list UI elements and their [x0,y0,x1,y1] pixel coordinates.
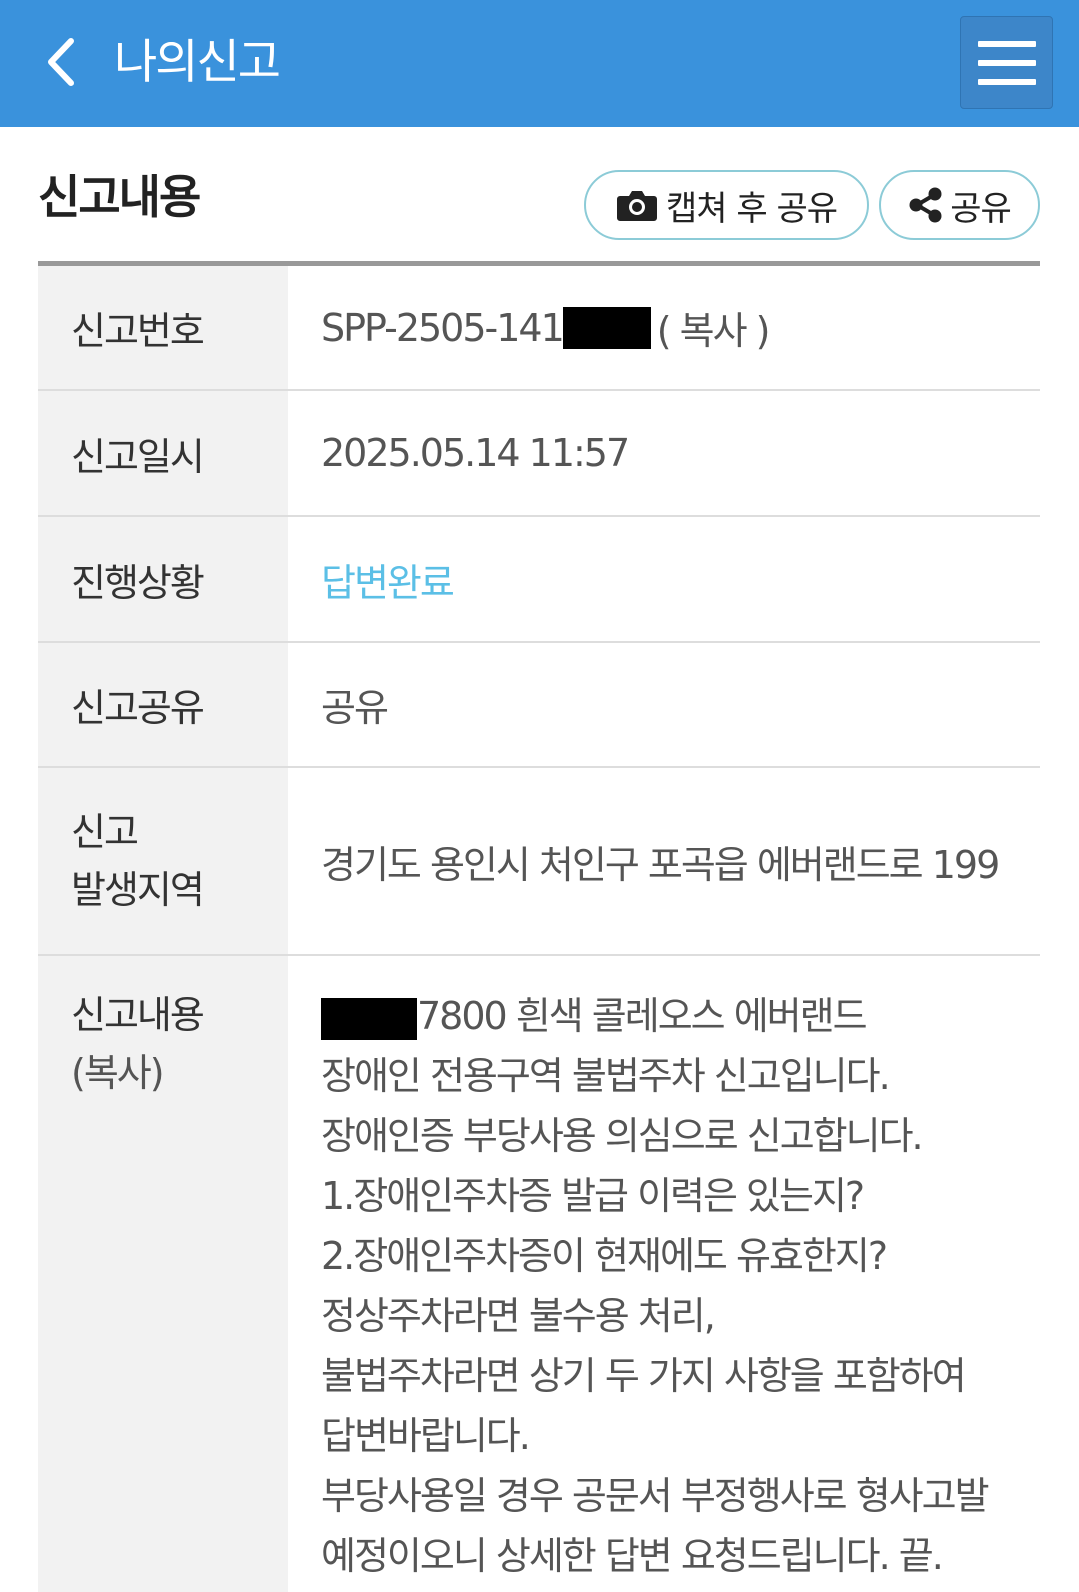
menu-button[interactable] [960,16,1053,109]
content-line: 불법주차라면 상기 두 가지 사항을 포함하여 [321,1354,967,1398]
content-row: 신고내용 (복사) 7800 흰색 콜레오스 에버랜드 장애인 전용구역 불법주… [38,956,1040,1592]
report-number-label: 신고번호 [38,266,288,389]
back-button[interactable] [30,22,90,102]
report-number-cell: SPP-2505-141 ( 복사 ) [288,266,1040,389]
status-row: 진행상황 답변완료 [38,517,1040,643]
report-number-value: SPP-2505-141 [321,305,565,350]
content-body: 7800 흰색 콜레오스 에버랜드 장애인 전용구역 불법주차 신고입니다. 장… [288,956,1040,1592]
redaction-box [562,306,651,349]
location-label: 신고 발생지역 [38,768,288,954]
report-date-row: 신고일시 2025.05.14 11:57 [38,391,1040,517]
content-label: 신고내용 (복사) [38,956,288,1592]
location-label-line2: 발생지역 [71,868,205,912]
report-number-row: 신고번호 SPP-2505-141 ( 복사 ) [38,266,1040,391]
sharing-label: 신고공유 [38,643,288,766]
copy-content-button[interactable]: (복사) [71,1044,288,1102]
content-line: 장애인 전용구역 불법주차 신고입니다. [321,1054,891,1098]
hamburger-menu-icon [977,40,1036,47]
copy-report-number-button[interactable]: ( 복사 ) [657,300,771,355]
location-row: 신고 발생지역 경기도 용인시 처인구 포곡읍 에버랜드로 199 [38,768,1040,956]
status-label: 진행상황 [38,517,288,641]
content-line: 예정이오니 상세한 답변 요청드립니다. 끝. [321,1534,944,1578]
report-date-label: 신고일시 [38,391,288,515]
section-title: 신고내용 [38,170,201,224]
content-line: 정상주차라면 불수용 처리, [321,1294,716,1338]
capture-share-label: 캡쳐 후 공유 [665,188,838,229]
chevron-left-icon [48,38,74,86]
app-header: 나의신고 [0,0,1079,127]
content-line: 2.장애인주차증이 현재에도 유효한지? [321,1234,888,1278]
redaction-box [321,997,417,1040]
status-value: 답변완료 [321,560,455,605]
report-date-value: 2025.05.14 11:57 [321,431,630,475]
content-line: 1.장애인주차증 발급 이력은 있는지? [321,1174,865,1218]
content-line: 장애인증 부당사용 의심으로 신고합니다. [321,1114,924,1158]
status-cell: 답변완료 [288,517,1040,641]
camera-icon [616,191,657,221]
content-line-first: 7800 흰색 콜레오스 에버랜드 [321,986,1040,1046]
share-button[interactable]: 공유 [879,170,1040,240]
capture-share-button[interactable]: 캡쳐 후 공유 [584,170,869,240]
page-title: 나의신고 [114,35,281,90]
share-icon [909,187,942,223]
hamburger-menu-icon-bar [977,78,1036,85]
content-label-line1: 신고내용 [71,993,205,1037]
section-header: 신고내용 캡쳐 후 공유 공유 [38,127,1040,266]
content-line: 부당사용일 경우 공문서 부정행사로 형사고발 [321,1474,990,1518]
content-first-line-text: 7800 흰색 콜레오스 에버랜드 [417,994,868,1038]
location-label-line1: 신고 [71,810,139,854]
sharing-row: 신고공유 공유 [38,643,1040,768]
location-value: 경기도 용인시 처인구 포곡읍 에버랜드로 199 [321,842,1000,887]
share-label: 공유 [950,188,1012,229]
sharing-value: 공유 [321,686,389,730]
content-line: 답변바랍니다. [321,1414,531,1458]
hamburger-menu-icon-bar [977,59,1036,66]
